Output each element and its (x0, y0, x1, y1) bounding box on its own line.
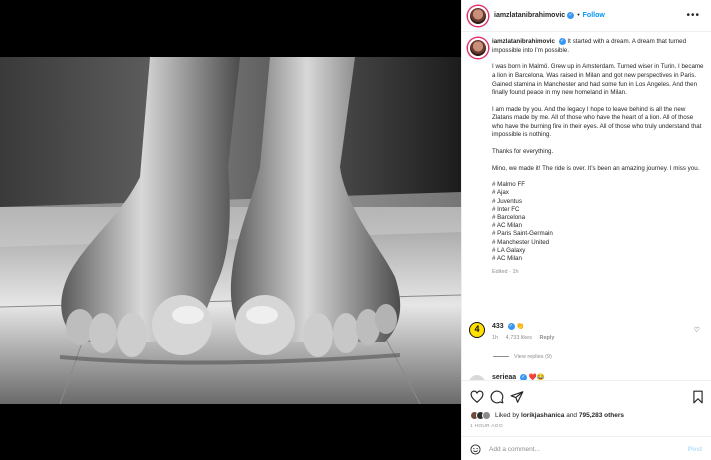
author-avatar[interactable] (468, 5, 488, 26)
heart-icon[interactable] (470, 390, 484, 404)
emoji-icon[interactable] (470, 443, 481, 455)
liker-avatar (482, 411, 491, 420)
caption-body: iamzlatanibrahimovic ✓ It started with a… (492, 38, 704, 277)
share-icon[interactable] (510, 390, 524, 404)
post-comment-button[interactable]: Post (688, 446, 702, 453)
post-photo (0, 57, 461, 404)
hashtag[interactable]: # Ajax (492, 189, 704, 197)
caption-hashtags: # Malmo FF # Ajax # Juventus # Inter FC … (492, 181, 704, 263)
likes-count[interactable]: 795,283 others (579, 412, 624, 419)
caption-paragraph: I am made by you. And the legacy I hope … (492, 105, 702, 139)
comment-meta: 1h 4,733 likes Reply (492, 335, 704, 341)
caption: iamzlatanibrahimovic ✓ It started with a… (468, 38, 704, 277)
hashtag[interactable]: # LA Galaxy (492, 247, 704, 255)
likes-summary: Liked by lorikjashanica and 795,283 othe… (470, 411, 624, 420)
comment-item: 4 433 ✓ 👏 1h 4,733 likes Reply ♡ (468, 322, 704, 341)
caption-paragraph: I was born in Malmö. Grew up in Amsterda… (492, 63, 704, 97)
follow-button[interactable]: Follow (583, 12, 605, 19)
hashtag[interactable]: # Manchester United (492, 239, 704, 247)
add-comment-bar: Post (462, 436, 711, 460)
add-comment-input[interactable] (489, 445, 669, 453)
commenter-username[interactable]: 433 (492, 323, 504, 330)
comment-body: serieaa ✓ ❤️😂 (492, 373, 704, 380)
more-options-icon[interactable]: ••• (686, 10, 700, 21)
post-timestamp: 1 HOUR AGO (470, 424, 503, 429)
hashtag[interactable]: # Paris Saint-Germain (492, 230, 704, 238)
commenter-avatar[interactable]: 4 (469, 322, 485, 338)
hashtag[interactable]: # Inter FC (492, 206, 704, 214)
likes-prefix: Liked by (495, 412, 520, 419)
comment-text: 👏 (516, 323, 525, 330)
post-media[interactable] (0, 0, 461, 460)
verified-badge-icon: ✓ (558, 38, 566, 45)
author-username[interactable]: iamzlatanibrahimovic (494, 12, 565, 19)
hashtag[interactable]: # AC Milan (492, 222, 704, 230)
view-replies-button[interactable]: View replies (9) (493, 354, 552, 360)
comment-like-icon[interactable]: ♡ (694, 326, 700, 334)
caption-meta: Edited · 1h (492, 269, 519, 276)
bookmark-icon[interactable] (691, 390, 705, 404)
liker-username[interactable]: lorikjashanica (521, 412, 564, 419)
comment-item: serieaa ✓ ❤️😂 (468, 373, 704, 380)
caption-paragraph: Mino, we made it! The ride is over. It’s… (492, 164, 700, 172)
comment-likes[interactable]: 4,733 likes (506, 335, 532, 341)
verified-badge-icon: ✓ (567, 12, 575, 19)
post-header: iamzlatanibrahimovic ✓ • Follow ••• (462, 0, 711, 32)
hashtag[interactable]: # Barcelona (492, 214, 704, 222)
verified-badge-icon: ✓ (507, 322, 515, 330)
post-side-panel: iamzlatanibrahimovic ✓ • Follow ••• iamz… (461, 0, 711, 460)
hashtag[interactable]: # Juventus (492, 198, 704, 206)
comment-time: 1h (492, 335, 499, 341)
separator-dot: • (577, 12, 580, 19)
comment-icon[interactable] (490, 390, 504, 404)
comment-body: 433 ✓ 👏 1h 4,733 likes Reply (492, 322, 704, 341)
likes-text[interactable]: Liked by lorikjashanica and 795,283 othe… (495, 412, 624, 419)
hashtag[interactable]: # AC Milan (492, 255, 704, 263)
post-actions: Liked by lorikjashanica and 795,283 othe… (462, 380, 711, 460)
caption-username[interactable]: iamzlatanibrahimovic (492, 38, 555, 45)
likes-and: and (566, 412, 578, 419)
hashtag[interactable]: # Malmo FF (492, 181, 704, 189)
caption-author-avatar[interactable] (468, 38, 488, 58)
caption-paragraph: Thanks for everything. (492, 148, 554, 156)
comments-scroll-area[interactable]: iamzlatanibrahimovic ✓ It started with a… (462, 32, 711, 380)
reply-button[interactable]: Reply (539, 335, 554, 341)
